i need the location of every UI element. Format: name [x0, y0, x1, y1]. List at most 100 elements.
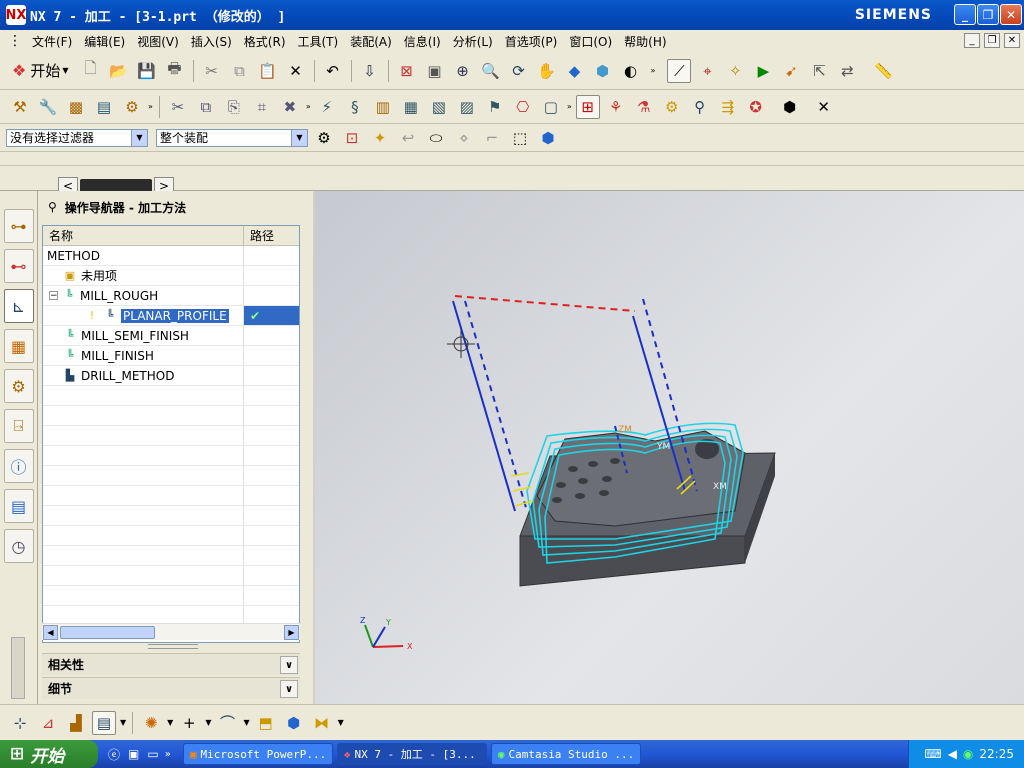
zoom-window-icon[interactable]: ▣	[423, 59, 447, 83]
machining-feature-tab[interactable]: ⚙	[3, 369, 34, 403]
plus-icon[interactable]: +	[177, 711, 201, 735]
scope-select[interactable]: 整个装配 ▼	[156, 128, 308, 147]
menu-preferences[interactable]: 首选项(P)	[499, 33, 564, 50]
doc-minimize-button[interactable]: _	[964, 33, 980, 48]
generate-toolpath-icon[interactable]: ⚡	[315, 95, 339, 119]
menu-help[interactable]: 帮助(H)	[618, 33, 672, 50]
menu-assemblies[interactable]: 装配(A)	[344, 33, 398, 50]
replay-toolpath-icon[interactable]: §	[343, 95, 367, 119]
render-style-icon[interactable]: ◐	[619, 59, 643, 83]
menu-information[interactable]: 信息(I)	[398, 33, 447, 50]
menu-window[interactable]: 窗口(O)	[563, 33, 618, 50]
menu-edit[interactable]: 编辑(E)	[78, 33, 131, 50]
feature-icon[interactable]: ✺	[139, 711, 163, 735]
close-button[interactable]: ✕	[1000, 4, 1022, 25]
scroll-right-button[interactable]: ▶	[284, 625, 299, 640]
scrollbar-thumb[interactable]	[60, 626, 155, 639]
web-browser-tab[interactable]: ⓘ	[3, 449, 34, 483]
shop-doc-icon[interactable]: ⚑	[483, 95, 507, 119]
menu-tools[interactable]: 工具(T)	[292, 33, 345, 50]
measure-icon[interactable]: 📏	[871, 59, 895, 83]
paste-icon[interactable]: 📋	[256, 59, 280, 83]
select-face-icon[interactable]: ⋄	[452, 126, 476, 150]
postprocess-icon[interactable]: ▨	[455, 95, 479, 119]
task-nx[interactable]: ❖ NX 7 - 加工 - [3...	[336, 743, 487, 765]
tool-icon[interactable]: ⚲	[688, 95, 712, 119]
history-tab[interactable]: ◷	[3, 529, 34, 563]
tree-row-unused[interactable]: ▣ 未用项	[43, 266, 299, 286]
column-name-header[interactable]: 名称	[43, 226, 244, 245]
create-method-icon[interactable]: ▤	[92, 95, 116, 119]
quicklaunch-overflow-icon[interactable]: »	[165, 749, 171, 760]
pin-icon[interactable]: ⚲	[48, 200, 57, 214]
csys-icon[interactable]: ⌖	[695, 59, 719, 83]
minimize-button[interactable]: _	[954, 4, 976, 25]
collapse-icon[interactable]: −	[49, 291, 58, 301]
curve-icon[interactable]: ⌒	[215, 711, 239, 735]
outlook-icon[interactable]: ▣	[128, 747, 139, 761]
toggle-icon[interactable]: ⇄	[835, 59, 859, 83]
reuse-library-tab[interactable]: ⍈	[3, 409, 34, 443]
delete-operation-icon[interactable]: ✖	[278, 95, 302, 119]
list-toolpath-icon[interactable]: ▥	[371, 95, 395, 119]
doc-close-button[interactable]: ✕	[1004, 33, 1020, 48]
menu-view[interactable]: 视图(V)	[131, 33, 185, 50]
method-table-icon[interactable]: ▤	[92, 710, 116, 735]
tree-row-mill-finish[interactable]: ╚ MILL_FINISH	[43, 346, 299, 366]
boolean-icon[interactable]: ⧓	[310, 711, 334, 735]
select-edge-icon[interactable]: ⌐	[480, 126, 504, 150]
print-icon[interactable]: 🖶	[163, 59, 187, 83]
display-icon[interactable]: ✪	[744, 95, 768, 119]
task-camtasia[interactable]: ◉ Camtasia Studio ...	[490, 743, 641, 765]
rotate-icon[interactable]: ⟳	[507, 59, 531, 83]
delete-icon[interactable]: ✕	[284, 59, 308, 83]
start-button[interactable]: ⊞ 开始	[0, 740, 98, 768]
datum-icon[interactable]: ⊿	[36, 711, 60, 735]
report-icon[interactable]: ▢	[539, 95, 563, 119]
chevron-down-icon[interactable]: ∨	[280, 656, 298, 674]
copy-icon[interactable]: ⧉	[228, 59, 252, 83]
machine-tool-navigator-tab[interactable]: ▦	[3, 329, 34, 363]
rectangle-select-icon[interactable]: ⬚	[508, 126, 532, 150]
output-cls-icon[interactable]: ⎔	[511, 95, 535, 119]
snap-endpoint-icon[interactable]: ✦	[368, 126, 392, 150]
maximize-button[interactable]: ❐	[977, 4, 999, 25]
toolbar-overflow-icon[interactable]: »	[306, 102, 311, 111]
operation-navigator-tab[interactable]: ⊾	[3, 289, 34, 323]
fit-icon[interactable]: ⊠	[395, 59, 419, 83]
toolbar-overflow-icon[interactable]: »	[148, 102, 153, 111]
copy-operation-icon[interactable]: ⧉	[194, 95, 218, 119]
chevron-down-icon[interactable]: ▼	[338, 718, 344, 727]
block-icon[interactable]: ⬢	[282, 711, 306, 735]
select-icon[interactable]: ⇱	[807, 59, 831, 83]
new-icon[interactable]: 🗋	[79, 59, 103, 83]
create-program-icon[interactable]: ⚒	[8, 95, 32, 119]
point-icon[interactable]: ⊹	[8, 711, 32, 735]
part-icon[interactable]: ⬢	[778, 95, 802, 119]
move-icon[interactable]: ➹	[779, 59, 803, 83]
create-operation-icon[interactable]: ⚙	[120, 95, 144, 119]
cut-icon[interactable]: ✂	[200, 59, 224, 83]
tray-app-icon[interactable]: ◉	[963, 747, 973, 761]
sketch-icon[interactable]: ▟	[64, 711, 88, 735]
rename-operation-icon[interactable]: ⌗	[250, 95, 274, 119]
menu-format[interactable]: 格式(R)	[238, 33, 292, 50]
operation-icon[interactable]: ▶	[751, 59, 775, 83]
desktop-icon[interactable]: ▭	[147, 747, 158, 761]
strip-scroll[interactable]	[11, 637, 25, 699]
tree-row-method[interactable]: METHOD	[43, 246, 299, 266]
pan-icon[interactable]: ✋	[535, 59, 559, 83]
select-body-icon[interactable]: ⬭	[424, 126, 448, 150]
filter-settings-icon[interactable]: ⚙	[312, 126, 336, 150]
perspective-icon[interactable]: ◆	[563, 59, 587, 83]
simulate-icon[interactable]: ▧	[427, 95, 451, 119]
feed-icon[interactable]: ⇶	[716, 95, 740, 119]
details-section[interactable]: 细节 ∨	[42, 677, 300, 699]
task-powerpoint[interactable]: ▣ Microsoft PowerP...	[182, 743, 333, 765]
create-tool-icon[interactable]: 🔧	[36, 95, 60, 119]
zoom-icon[interactable]: ⊕	[451, 59, 475, 83]
geometry-view-icon[interactable]: ⚗	[632, 95, 656, 119]
menu-analysis[interactable]: 分析(L)	[447, 33, 499, 50]
menu-insert[interactable]: 插入(S)	[185, 33, 238, 50]
chevron-down-icon[interactable]: ▼	[167, 718, 173, 727]
